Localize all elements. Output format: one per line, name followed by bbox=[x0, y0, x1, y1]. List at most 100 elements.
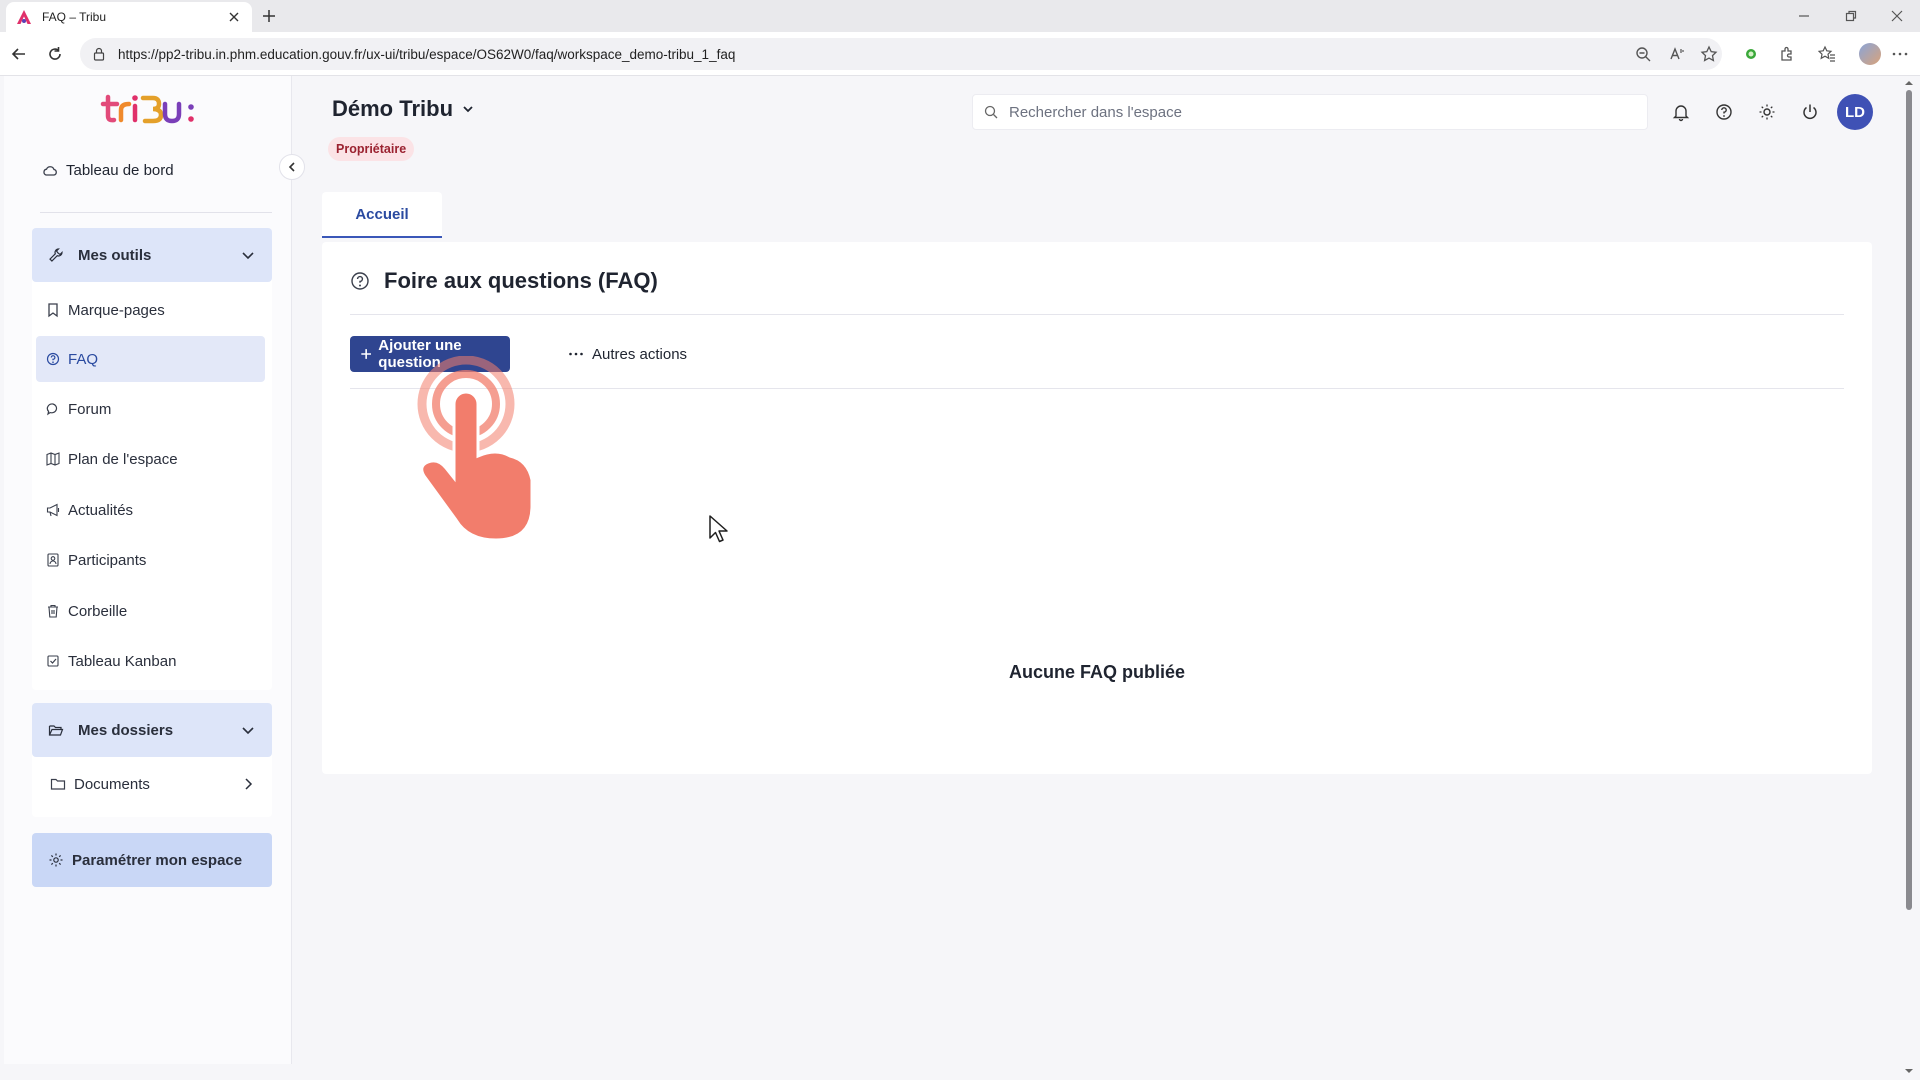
plus-icon bbox=[361, 349, 371, 359]
sidebar-item-label: Corbeille bbox=[68, 602, 128, 620]
sidebar-item-faq[interactable]: FAQ bbox=[36, 336, 265, 382]
browser-tab-title: FAQ – Tribu bbox=[42, 10, 107, 24]
minimize-icon[interactable] bbox=[1796, 8, 1812, 24]
sidebar-item-documents[interactable]: Documents bbox=[36, 761, 265, 807]
trash-icon bbox=[48, 604, 58, 618]
tribu-favicon-icon bbox=[17, 10, 31, 24]
user-avatar[interactable]: LD bbox=[1837, 94, 1873, 130]
close-tab-icon[interactable] bbox=[226, 9, 242, 25]
settings-button[interactable]: Paramétrer mon espace bbox=[32, 833, 272, 887]
toolbar-divider bbox=[350, 388, 1844, 389]
app-root: Tableau de bord Mes outils Marque-pages … bbox=[0, 76, 1920, 1080]
other-actions-label: Autres actions bbox=[592, 345, 688, 363]
map-icon bbox=[46, 452, 60, 466]
read-aloud-icon[interactable] bbox=[1668, 45, 1686, 63]
sidebar-item-label: Actualités bbox=[68, 501, 134, 519]
url-field[interactable]: https://pp2-tribu.in.phm.education.gouv.… bbox=[80, 38, 1722, 70]
role-badge: Propriétaire bbox=[328, 137, 415, 161]
sidebar-item-label: Tableau Kanban bbox=[68, 652, 177, 670]
favorites-icon[interactable] bbox=[1818, 45, 1836, 63]
nav-dashboard-label: Tableau de bord bbox=[66, 162, 174, 179]
sidebar-item-label: Marque-pages bbox=[68, 301, 165, 319]
tools-panel-title: Mes outils bbox=[78, 246, 152, 264]
empty-state-message: Aucune FAQ publiée bbox=[1008, 662, 1186, 682]
lock-icon[interactable] bbox=[92, 47, 106, 61]
search-placeholder: Rechercher dans l'espace bbox=[1009, 103, 1182, 121]
chevron-down-icon[interactable] bbox=[240, 247, 256, 263]
search-icon bbox=[984, 105, 998, 119]
restore-icon[interactable] bbox=[1843, 8, 1859, 24]
tools-panel-header[interactable]: Mes outils bbox=[32, 228, 272, 282]
tap-hand-icon bbox=[417, 356, 534, 542]
wrench-icon bbox=[49, 248, 63, 262]
sidebar-item-participants[interactable]: Participants bbox=[36, 537, 265, 583]
chevron-down-icon bbox=[463, 106, 473, 113]
chat-icon bbox=[46, 403, 58, 416]
scroll-up-icon[interactable] bbox=[1904, 78, 1914, 88]
zoom-out-icon[interactable] bbox=[1634, 45, 1652, 63]
scrollbar-thumb[interactable] bbox=[1906, 90, 1912, 910]
sidebar-item-kanban[interactable]: Tableau Kanban bbox=[36, 638, 265, 684]
extensions-icon[interactable] bbox=[1778, 45, 1796, 63]
scroll-down-icon[interactable] bbox=[1904, 1066, 1914, 1076]
folders-panel: Mes dossiers Documents bbox=[32, 703, 272, 817]
notification-bell-icon[interactable] bbox=[1671, 102, 1691, 122]
sidebar-item-space-map[interactable]: Plan de l'espace bbox=[36, 436, 265, 482]
megaphone-icon bbox=[46, 503, 60, 517]
sidebar-item-label: Plan de l'espace bbox=[68, 450, 178, 468]
sun-theme-icon[interactable] bbox=[1757, 102, 1777, 122]
contacts-icon bbox=[47, 553, 59, 567]
faq-title: Foire aux questions (FAQ) bbox=[350, 268, 658, 294]
question-circle-icon bbox=[351, 272, 369, 290]
new-tab-icon[interactable] bbox=[260, 7, 278, 25]
chevron-down-icon[interactable] bbox=[240, 722, 256, 738]
chevron-left-icon bbox=[288, 162, 295, 172]
bookmark-icon bbox=[48, 303, 58, 318]
sidebar-item-label: FAQ bbox=[68, 350, 99, 368]
space-title: Démo Tribu bbox=[332, 96, 454, 121]
tribu-logo[interactable] bbox=[99, 92, 203, 128]
sidebar-item-forum[interactable]: Forum bbox=[36, 386, 265, 432]
reload-icon[interactable] bbox=[46, 45, 64, 63]
title-divider bbox=[350, 314, 1844, 315]
close-window-icon[interactable] bbox=[1889, 8, 1905, 24]
settings-label: Paramétrer mon espace bbox=[72, 851, 243, 869]
extension-status-icon[interactable] bbox=[1742, 45, 1760, 63]
tab-accueil[interactable]: Accueil bbox=[322, 192, 442, 238]
folder-open-icon bbox=[48, 725, 64, 736]
sidebar-item-label: Participants bbox=[68, 551, 147, 569]
space-search-input[interactable]: Rechercher dans l'espace bbox=[972, 94, 1648, 130]
folders-panel-header[interactable]: Mes dossiers bbox=[32, 703, 272, 757]
sidebar-item-news[interactable]: Actualités bbox=[36, 487, 265, 533]
nav-dashboard[interactable]: Tableau de bord bbox=[42, 162, 174, 179]
back-icon[interactable] bbox=[10, 45, 28, 63]
page-scrollbar[interactable] bbox=[1902, 76, 1916, 1080]
sidebar-item-label: Documents bbox=[74, 775, 150, 793]
collapse-sidebar-button[interactable] bbox=[279, 154, 305, 180]
sidebar-divider bbox=[40, 212, 272, 213]
sidebar-item-trash[interactable]: Corbeille bbox=[36, 588, 265, 634]
question-circle-icon bbox=[46, 352, 60, 366]
chevron-right-icon[interactable] bbox=[241, 776, 255, 792]
faq-title-text: Foire aux questions (FAQ) bbox=[384, 268, 658, 293]
folders-panel-title: Mes dossiers bbox=[78, 721, 174, 739]
url-text: https://pp2-tribu.in.phm.education.gouv.… bbox=[118, 46, 736, 62]
mouse-cursor-icon bbox=[709, 515, 728, 543]
cloud-icon bbox=[43, 165, 57, 176]
browser-tab[interactable]: FAQ – Tribu bbox=[6, 2, 252, 32]
faq-card: Foire aux questions (FAQ) Ajouter une qu… bbox=[322, 242, 1872, 774]
tools-panel: Mes outils Marque-pages FAQ Forum Plan d… bbox=[32, 228, 272, 690]
sidebar-item-bookmarks[interactable]: Marque-pages bbox=[36, 287, 265, 333]
browser-profile-avatar[interactable] bbox=[1859, 43, 1881, 65]
browser-tabbar: FAQ – Tribu bbox=[0, 0, 1920, 32]
help-icon[interactable] bbox=[1714, 102, 1734, 122]
favorite-star-icon[interactable] bbox=[1700, 45, 1718, 63]
gear-icon bbox=[49, 853, 63, 867]
other-actions-button[interactable]: Autres actions bbox=[568, 336, 687, 372]
sidebar-item-label: Forum bbox=[68, 400, 112, 418]
folder-icon bbox=[50, 778, 66, 790]
checkbox-icon bbox=[47, 655, 59, 667]
space-selector[interactable]: Démo Tribu bbox=[332, 96, 475, 122]
more-options-icon[interactable] bbox=[1891, 45, 1909, 63]
power-icon[interactable] bbox=[1800, 102, 1820, 122]
